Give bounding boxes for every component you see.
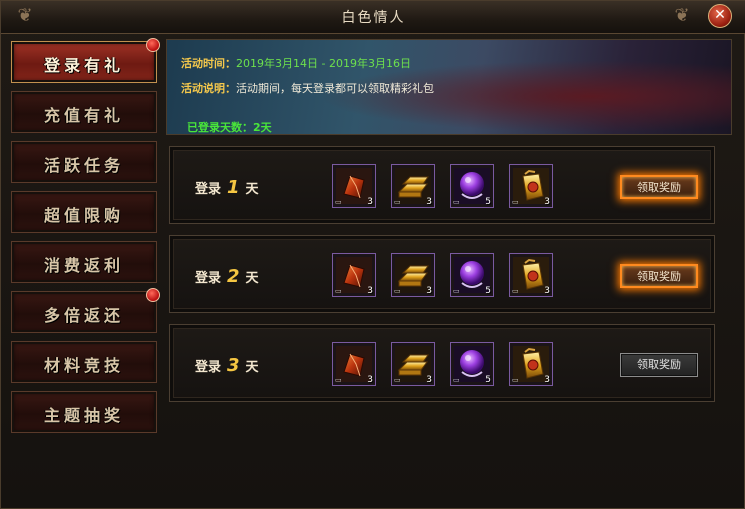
sidebar-item-theme-lottery[interactable]: 主题抽奖 — [11, 391, 157, 433]
day-suffix: 天 — [245, 360, 259, 375]
item-count: 3 — [426, 286, 432, 296]
event-time-key: 活动时间： — [181, 57, 236, 70]
reward-item[interactable]: ▭ 3 — [509, 253, 553, 297]
sidebar-item-label: 多倍返还 — [43, 306, 124, 325]
bound-lock-icon: ▭ — [394, 287, 401, 295]
item-count: 3 — [544, 197, 550, 207]
title-bar[interactable]: ❦ 白色情人 ❦ ✕ — [1, 1, 745, 34]
day-label: 登录 3 天 — [195, 355, 259, 376]
reward-row-day-1: 登录 1 天 ▭ 3 ▭ 3 ▭ 5 ▭ 3 领取奖励 — [169, 146, 715, 224]
sidebar-item-spend-rebate[interactable]: 消费返利 — [11, 241, 157, 283]
bound-lock-icon: ▭ — [512, 287, 519, 295]
claim-reward-button[interactable]: 领取奖励 — [620, 353, 698, 377]
item-count: 5 — [485, 375, 491, 385]
bound-lock-icon: ▭ — [394, 376, 401, 384]
event-banner: 活动时间：2019年3月14日 - 2019年3月16日 活动说明：活动期间，每… — [166, 39, 732, 135]
item-count: 3 — [544, 375, 550, 385]
sidebar-item-login-gift[interactable]: 登录有礼 — [11, 38, 160, 83]
bound-lock-icon: ▭ — [453, 287, 460, 295]
day-suffix: 天 — [245, 182, 259, 197]
day-prefix: 登录 — [195, 360, 222, 375]
event-desc-key: 活动说明： — [181, 82, 236, 95]
day-suffix: 天 — [245, 271, 259, 286]
reward-row-day-2: 登录 2 天 ▭ 3 ▭ 3 ▭ 5 ▭ 3 领取奖励 — [169, 235, 715, 313]
reward-item[interactable]: ▭ 3 — [391, 342, 435, 386]
day-prefix: 登录 — [195, 271, 222, 286]
reward-item[interactable]: ▭ 3 — [509, 164, 553, 208]
day-label: 登录 1 天 — [195, 177, 259, 198]
sidebar: 登录有礼 充值有礼 活跃任务 超值限购 消费返利 多倍返还 材料竞技 主题抽奖 — [9, 38, 161, 501]
day-number: 2 — [227, 266, 240, 287]
notification-dot-icon — [146, 38, 160, 52]
sidebar-item-multi-return[interactable]: 多倍返还 — [11, 288, 160, 333]
event-time-value: 2019年3月14日 - 2019年3月16日 — [236, 57, 411, 70]
item-count: 3 — [426, 197, 432, 207]
bound-lock-icon: ▭ — [453, 376, 460, 384]
sidebar-item-label: 主题抽奖 — [43, 406, 124, 425]
sidebar-item-label: 材料竞技 — [43, 356, 124, 375]
bound-lock-icon: ▭ — [335, 376, 342, 384]
bound-lock-icon: ▭ — [335, 198, 342, 206]
claim-reward-button[interactable]: 领取奖励 — [620, 264, 698, 288]
bound-lock-icon: ▭ — [335, 287, 342, 295]
event-time-row: 活动时间：2019年3月14日 - 2019年3月16日 — [181, 55, 411, 71]
reward-item[interactable]: ▭ 5 — [450, 164, 494, 208]
bound-lock-icon: ▭ — [453, 198, 460, 206]
event-window: ❦ 白色情人 ❦ ✕ 登录有礼 充值有礼 活跃任务 超值限购 消费返利 多倍返还… — [0, 0, 745, 509]
sidebar-item-label: 充值有礼 — [43, 106, 124, 125]
ornament-right-icon: ❦ — [674, 5, 690, 26]
day-prefix: 登录 — [195, 182, 222, 197]
event-desc-row: 活动说明：活动期间，每天登录都可以领取精彩礼包 — [181, 80, 434, 96]
window-title: 白色情人 — [341, 10, 406, 26]
login-days-label: 已登录天数：2天 — [187, 121, 272, 134]
sidebar-item-active-tasks[interactable]: 活跃任务 — [11, 141, 157, 183]
item-count: 3 — [367, 375, 373, 385]
sidebar-item-material-contest[interactable]: 材料竞技 — [11, 341, 157, 383]
reward-item[interactable]: ▭ 3 — [391, 164, 435, 208]
item-count: 3 — [367, 197, 373, 207]
bound-lock-icon: ▭ — [394, 198, 401, 206]
notification-dot-icon — [146, 288, 160, 302]
claim-reward-button[interactable]: 领取奖励 — [620, 175, 698, 199]
reward-item[interactable]: ▭ 3 — [332, 164, 376, 208]
sidebar-item-label: 活跃任务 — [43, 156, 124, 175]
reward-item[interactable]: ▭ 3 — [332, 253, 376, 297]
bound-lock-icon: ▭ — [512, 376, 519, 384]
sidebar-item-limited-sale[interactable]: 超值限购 — [11, 191, 157, 233]
sidebar-item-label: 登录有礼 — [43, 56, 124, 75]
day-number: 3 — [227, 355, 240, 376]
reward-row-day-3: 登录 3 天 ▭ 3 ▭ 3 ▭ 5 ▭ 3 领取奖励 — [169, 324, 715, 402]
item-count: 5 — [485, 286, 491, 296]
sidebar-item-recharge-gift[interactable]: 充值有礼 — [11, 91, 157, 133]
item-count: 3 — [544, 286, 550, 296]
day-label: 登录 2 天 — [195, 266, 259, 287]
bound-lock-icon: ▭ — [512, 198, 519, 206]
item-count: 5 — [485, 197, 491, 207]
reward-item[interactable]: ▭ 5 — [450, 342, 494, 386]
item-count: 3 — [367, 286, 373, 296]
reward-item[interactable]: ▭ 5 — [450, 253, 494, 297]
item-count: 3 — [426, 375, 432, 385]
close-icon[interactable]: ✕ — [708, 4, 732, 28]
sidebar-item-label: 消费返利 — [43, 256, 124, 275]
reward-item[interactable]: ▭ 3 — [509, 342, 553, 386]
day-number: 1 — [227, 177, 240, 198]
sidebar-item-label: 超值限购 — [43, 206, 124, 225]
reward-item[interactable]: ▭ 3 — [332, 342, 376, 386]
event-desc-value: 活动期间，每天登录都可以领取精彩礼包 — [236, 82, 434, 95]
reward-item[interactable]: ▭ 3 — [391, 253, 435, 297]
